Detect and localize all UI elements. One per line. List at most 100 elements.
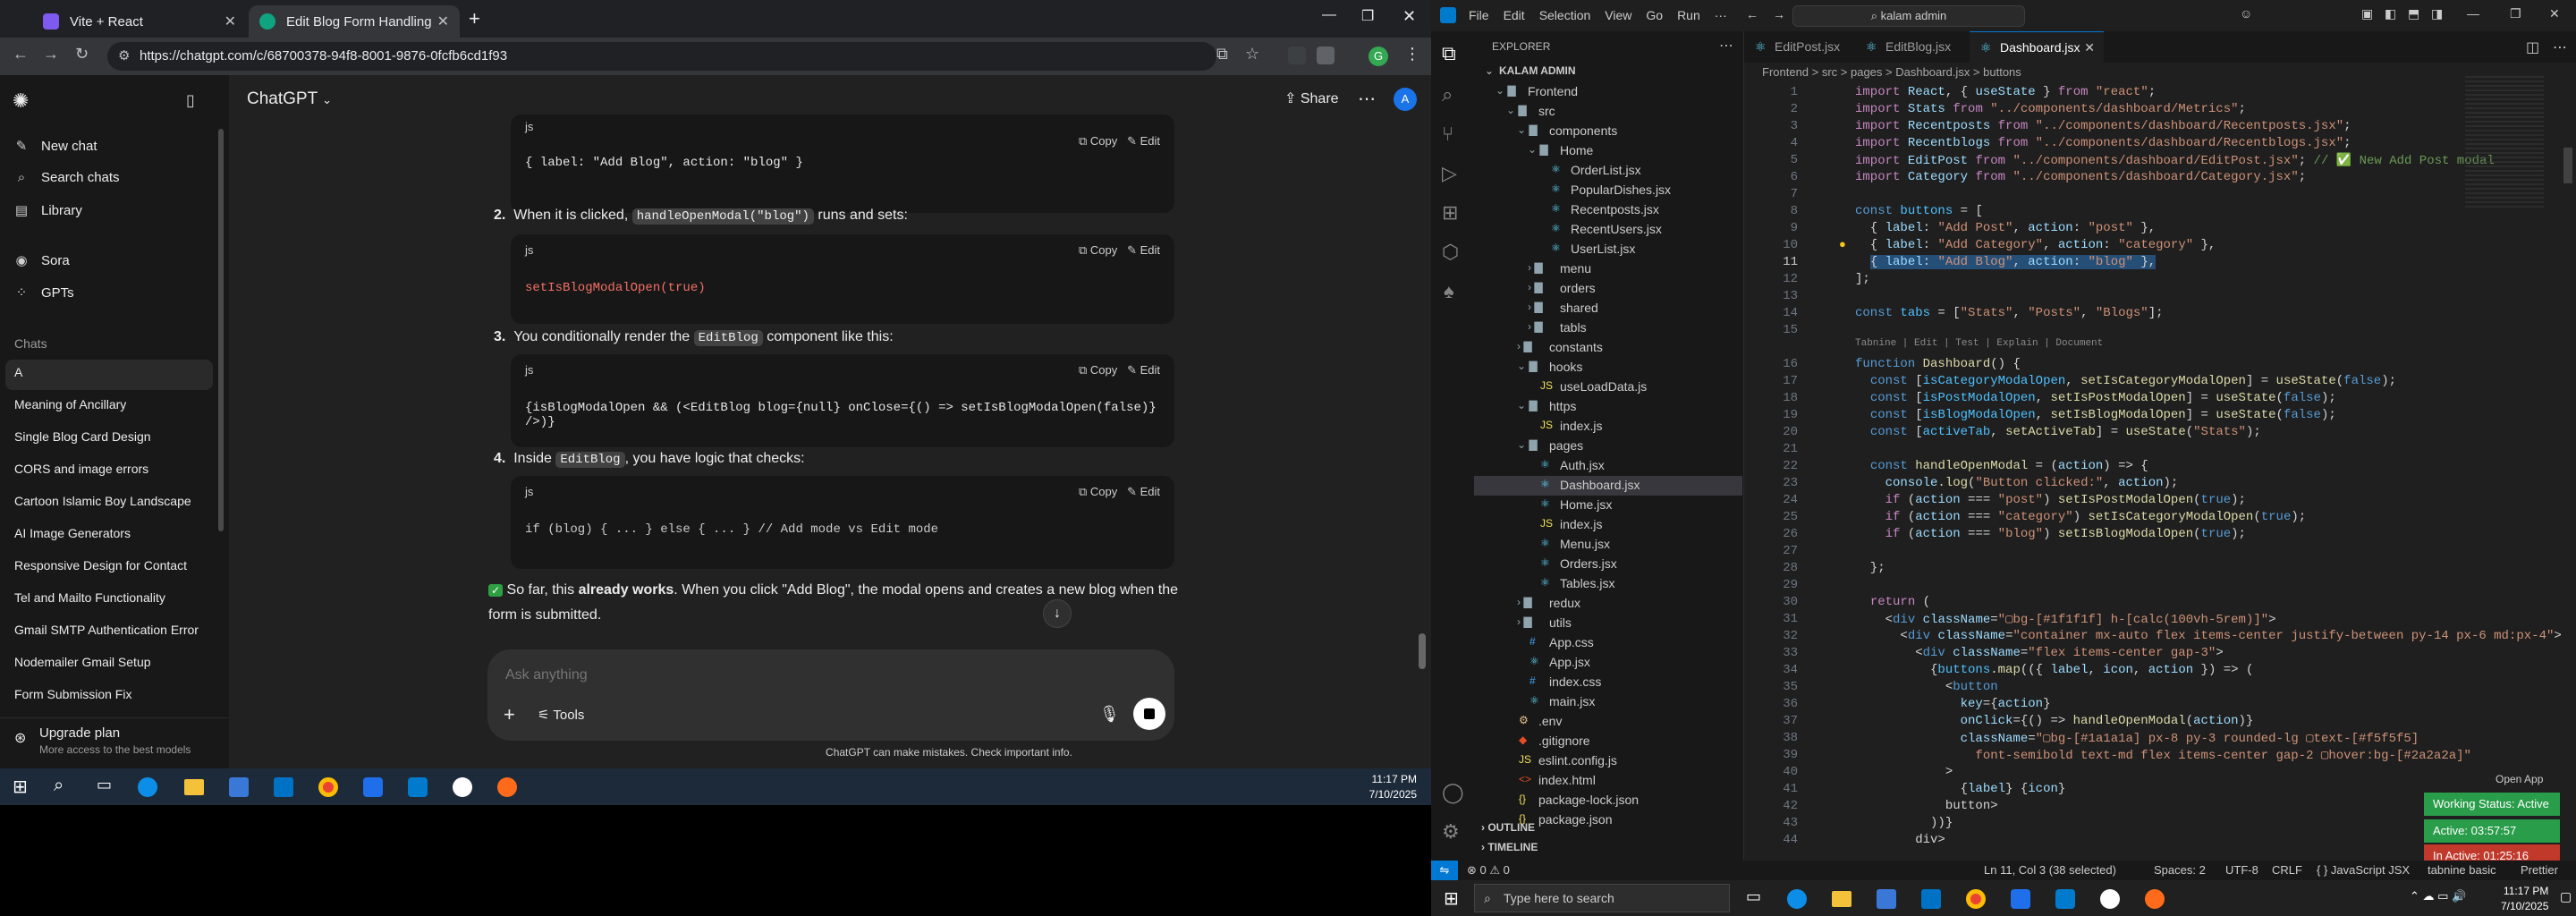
edit-button[interactable]: ✎ Edit (1127, 134, 1160, 148)
reload-icon[interactable]: ↻ (75, 45, 89, 64)
close-icon[interactable]: ✕ (225, 13, 236, 30)
open-app-label[interactable]: Open App (2496, 773, 2543, 785)
app-icon[interactable] (2011, 889, 2030, 909)
close-icon[interactable]: ✕ (2084, 32, 2095, 64)
code-line[interactable]: onClick={() => handleOpenModal(action)} (1855, 714, 2254, 728)
editor-scrollbar[interactable] (2563, 148, 2572, 183)
code-line[interactable]: import EditPost from "../components/dash… (1855, 153, 2495, 168)
user-avatar[interactable]: A (1394, 88, 1417, 111)
new-chat-button[interactable]: ✎ New chat (13, 138, 97, 155)
menu-item[interactable]: View (1605, 8, 1631, 22)
library-button[interactable]: ▤ Library (13, 202, 82, 219)
tree-file[interactable]: JS useLoadData.js (1474, 377, 1742, 397)
code-line[interactable]: import Recentposts from "../components/d… (1855, 119, 2351, 133)
chat-item[interactable]: Cartoon Islamic Boy Landscape (14, 494, 191, 508)
sora-button[interactable]: ◉ Sora (13, 252, 69, 269)
tree-folder[interactable]: ⌄ ▇ https (1474, 397, 1742, 417)
code-line[interactable]: div> (1855, 833, 1945, 847)
vscode-icon[interactable] (408, 777, 428, 797)
clock[interactable]: 11:17 PM 7/10/2025 (2501, 884, 2548, 914)
codelens[interactable]: Tabnine | Edit | Test | Explain | Docume… (1855, 338, 2103, 349)
copy-button[interactable]: ⧉ Copy (1079, 243, 1117, 257)
tools-button[interactable]: ⚟ Tools (538, 707, 584, 723)
task-view-icon[interactable]: ▭ (97, 776, 112, 794)
account-icon[interactable]: ◯ (1442, 781, 1464, 804)
minimap[interactable] (2465, 76, 2544, 210)
tree-file[interactable]: JS index.js (1474, 515, 1742, 535)
maximize-icon[interactable]: ❐ (2510, 6, 2521, 21)
tree-folder[interactable]: ⌄ ▇ Frontend (1474, 82, 1742, 102)
tree-file[interactable]: <> index.html (1474, 771, 1742, 791)
code-line[interactable]: { label: "Add Post", action: "post" }, (1855, 221, 2156, 235)
code-line[interactable]: font-semibold text-md flex items-center … (1855, 748, 2471, 763)
upgrade-plan-button[interactable]: ⊛ Upgrade plan More access to the best m… (0, 717, 229, 768)
code-line[interactable]: import React, { useState } from "react"; (1855, 85, 2156, 99)
tree-file[interactable]: JS index.js (1474, 417, 1742, 437)
outlook-icon[interactable] (1921, 889, 1941, 909)
search-icon[interactable]: ⌕ (54, 776, 64, 796)
menu-kebab-icon[interactable]: ⋮ (1404, 45, 1420, 64)
tree-folder[interactable]: › ▇ redux (1474, 594, 1742, 614)
prettier-status[interactable]: Prettier (2521, 863, 2558, 877)
copy-button[interactable]: ⧉ Copy (1079, 485, 1117, 498)
browser-tab-chatgpt[interactable]: Edit Blog Form Handling ✕ (249, 5, 460, 38)
minimize-icon[interactable]: — (1322, 7, 1336, 23)
app-icon[interactable] (2145, 889, 2165, 909)
chat-item[interactable]: Meaning of Ancillary (14, 397, 126, 411)
tree-folder[interactable]: ⌄ ▇ pages (1474, 437, 1742, 456)
tab-editpost[interactable]: ⚛ EditPost.jsx (1744, 31, 1855, 63)
extension-icon[interactable] (1288, 47, 1306, 64)
more-options-icon[interactable]: ⋯ (1358, 88, 1376, 110)
tree-file[interactable]: ⚛ Orders.jsx (1474, 555, 1742, 574)
explorer-icon[interactable]: ⧉ (1442, 42, 1456, 65)
tab-editblog[interactable]: ⚛ EditBlog.jsx (1855, 31, 1970, 63)
source-control-icon[interactable]: ⑂ (1442, 123, 1453, 146)
run-debug-icon[interactable]: ▷ (1442, 162, 1457, 185)
tree-folder[interactable]: ⌄ ▇ hooks (1474, 358, 1742, 377)
tree-file[interactable]: ⚛ Menu.jsx (1474, 535, 1742, 555)
window-close-icon[interactable]: ✕ (2549, 6, 2560, 21)
more-actions-icon[interactable]: ⋯ (1719, 37, 1733, 55)
forward-icon[interactable]: → (1773, 7, 1785, 21)
window-close-icon[interactable]: ✕ (1402, 7, 1416, 26)
prompt-input[interactable] (505, 664, 1042, 687)
app-icon[interactable] (2100, 889, 2120, 909)
chrome-icon[interactable] (318, 777, 338, 797)
search-chats-button[interactable]: ⌕ Search chats (13, 170, 120, 185)
tree-folder[interactable]: ⌄ ▇ src (1474, 102, 1742, 122)
code-line[interactable]: if (action === "post") setIsPostModalOpe… (1855, 493, 2246, 507)
copilot-icon[interactable]: ☺ (2240, 6, 2252, 21)
tree-file[interactable]: ⚙ .env (1474, 712, 1742, 732)
tree-file[interactable]: ⚛ App.jsx (1474, 653, 1742, 673)
code-line[interactable]: const [isBlogModalOpen, setIsBlogModalOp… (1855, 408, 2336, 422)
more-actions-icon[interactable]: ⋯ (2553, 38, 2567, 56)
outlook-icon[interactable] (274, 777, 293, 797)
edit-button[interactable]: ✎ Edit (1127, 485, 1160, 498)
tree-folder[interactable]: ⌄ KALAM ADMIN (1474, 63, 1742, 82)
tree-file[interactable]: ⚛ Home.jsx (1474, 496, 1742, 515)
code-line[interactable]: import Category from "../components/dash… (1855, 170, 2306, 184)
toggle-panel-icon[interactable]: ⬒ (2408, 6, 2419, 21)
store-icon[interactable] (1877, 889, 1896, 909)
tree-file[interactable]: ⚛ Dashboard.jsx (1474, 476, 1742, 496)
edit-button[interactable]: ✎ Edit (1127, 243, 1160, 257)
code-line[interactable]: import Recentblogs from "../components/d… (1855, 136, 2351, 150)
sidebar-scrollbar[interactable] (218, 129, 224, 531)
tree-folder[interactable]: › ▇ orders (1474, 279, 1742, 299)
scroll-down-icon[interactable]: ↓ (1043, 599, 1072, 628)
close-icon[interactable]: ✕ (437, 13, 449, 30)
code-line[interactable]: <div className="container mx-auto flex i… (1855, 629, 2561, 643)
code-line[interactable]: const tabs = ["Stats", "Posts", "Blogs"]… (1855, 306, 2164, 320)
app-icon[interactable] (453, 777, 472, 797)
code-line[interactable]: <div className="▢bg-[#1f1f1f] h-[calc(10… (1855, 612, 2276, 627)
code-line[interactable]: if (action === "category") setIsCategory… (1855, 510, 2307, 524)
tree-folder[interactable]: ⌄ ▇ Home (1474, 141, 1742, 161)
timeline-section[interactable]: › TIMELINE (1481, 841, 1538, 853)
tree-folder[interactable]: › ▇ constants (1474, 338, 1742, 358)
url-field[interactable]: ⚙ https://chatgpt.com/c/68700378-94f8-80… (107, 42, 1216, 71)
task-view-icon[interactable]: ▭ (1746, 887, 1761, 906)
tabnine-status[interactable]: tabnine basic (2428, 863, 2496, 877)
minimize-icon[interactable]: — (2467, 6, 2479, 21)
chat-item[interactable]: AI Image Generators (14, 526, 131, 540)
install-icon[interactable]: ⧉ (1216, 45, 1228, 64)
